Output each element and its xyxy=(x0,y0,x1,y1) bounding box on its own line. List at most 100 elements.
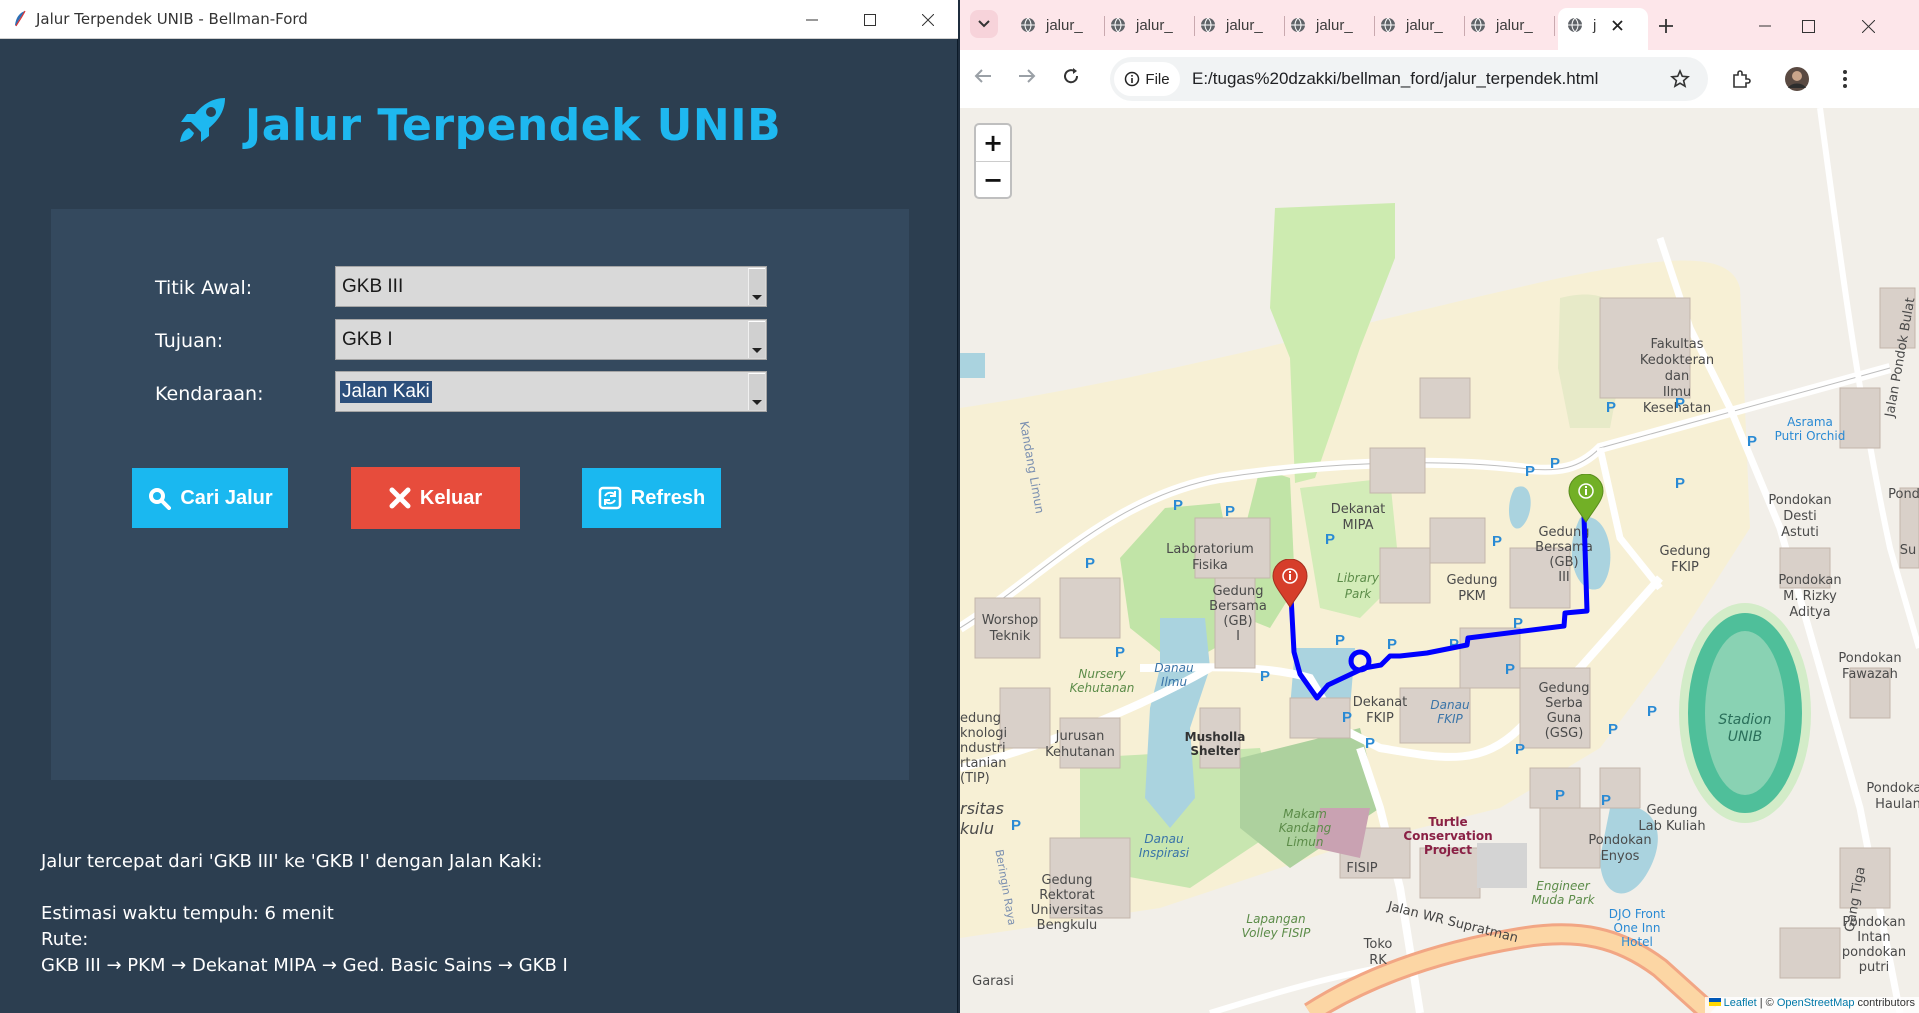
close-icon xyxy=(1861,19,1875,33)
result-text: Jalur tercepat dari 'GKB III' ke 'GKB I'… xyxy=(41,849,568,979)
start-marker-icon[interactable] xyxy=(1567,474,1605,524)
start-label: Titik Awal: xyxy=(155,277,253,299)
tab-6[interactable]: jalur_ xyxy=(1470,8,1533,42)
ukraine-flag-icon xyxy=(1708,998,1721,1006)
chevron-down-icon xyxy=(978,20,990,28)
extensions-button[interactable] xyxy=(1726,66,1756,92)
tab-3[interactable]: jalur_ xyxy=(1200,8,1263,42)
window-title: Jalur Terpendek UNIB - Bellman-Ford xyxy=(36,10,308,28)
tk-titlebar[interactable]: Jalur Terpendek UNIB - Bellman-Ford xyxy=(0,0,958,39)
browser-minimize-button[interactable] xyxy=(1750,12,1780,40)
close-button[interactable] xyxy=(899,0,957,39)
svg-text:WorshopTeknik: Worshop Teknik xyxy=(982,613,1039,644)
zoom-in-button[interactable]: + xyxy=(976,125,1010,161)
vehicle-combobox-value: Jalan Kaki xyxy=(340,381,432,403)
start-combobox-value: GKB III xyxy=(342,276,404,297)
magnifier-icon xyxy=(149,488,172,510)
profile-avatar[interactable] xyxy=(1782,66,1812,92)
minimize-button[interactable] xyxy=(783,0,841,39)
svg-text:P: P xyxy=(1675,395,1685,412)
svg-text:P: P xyxy=(1608,721,1618,738)
globe-icon xyxy=(1568,17,1582,33)
leaflet-link[interactable]: Leaflet xyxy=(1724,997,1757,1009)
tab-active-content[interactable]: j xyxy=(1567,8,1623,42)
globe-icon xyxy=(1291,17,1305,33)
map-tiles: Fakultas Kedokteran dan Ilmu Kesehatan Asram… xyxy=(960,108,1919,1013)
svg-text:P: P xyxy=(1260,668,1270,685)
globe-icon xyxy=(1111,17,1125,33)
result-line-route: GKB III → PKM → Dekanat MIPA → Ged. Basi… xyxy=(41,955,568,976)
search-route-label: Cari Jalur xyxy=(180,486,273,509)
result-line-estimate: Estimasi waktu tempuh: 6 menit xyxy=(41,903,334,924)
tab-title: jalur_ xyxy=(1046,16,1083,34)
tab-strip: jalur_ jalur_ jalur_ jalur_ jalur_ jalur_ j xyxy=(960,0,1919,50)
refresh-button[interactable]: Refresh xyxy=(582,468,721,528)
svg-text:P: P xyxy=(1515,741,1525,758)
tab-title: jalur_ xyxy=(1406,16,1443,34)
back-button[interactable] xyxy=(968,63,998,89)
svg-text:P: P xyxy=(1387,636,1397,653)
exit-button[interactable]: Keluar xyxy=(351,467,520,529)
dest-combobox[interactable]: GKB I xyxy=(335,319,767,360)
tab-close-icon[interactable] xyxy=(1612,19,1623,31)
tab-5[interactable]: jalur_ xyxy=(1380,8,1443,42)
star-icon[interactable] xyxy=(1670,69,1690,89)
site-info-chip[interactable]: File xyxy=(1114,62,1180,96)
tab-2[interactable]: jalur_ xyxy=(1110,8,1173,42)
tab-1[interactable]: jalur_ xyxy=(1020,8,1083,42)
minimize-icon xyxy=(1759,25,1771,27)
map-attribution: Leaflet | © OpenStreetMap contributors xyxy=(1704,997,1919,1013)
svg-text:NurseryKehutanan: Nursery Kehutanan xyxy=(1070,667,1135,695)
rocket-icon xyxy=(179,98,225,142)
refresh-label: Refresh xyxy=(630,486,706,509)
browser-close-button[interactable] xyxy=(1838,12,1898,40)
search-route-button[interactable]: Cari Jalur xyxy=(132,468,288,528)
address-bar[interactable]: File E:/tugas%20dzakki/bellman_ford/jalu… xyxy=(1110,57,1708,101)
svg-text:P: P xyxy=(1011,817,1021,834)
svg-text:EngineerMuda Park: Engineer Muda Park xyxy=(1531,879,1595,907)
dest-dropdown-arrow-icon[interactable] xyxy=(748,321,765,358)
svg-text:P: P xyxy=(1525,463,1535,480)
tab-separator xyxy=(1284,16,1285,36)
avatar-icon xyxy=(1785,67,1809,91)
tab-separator xyxy=(1464,16,1465,36)
leaflet-map[interactable]: Fakultas Kedokteran dan Ilmu Kesehatan Asram… xyxy=(960,108,1919,1013)
zoom-out-button[interactable]: − xyxy=(976,162,1010,198)
globe-icon xyxy=(1021,17,1035,33)
vehicle-combobox[interactable]: Jalan Kaki xyxy=(335,371,767,412)
vehicle-label: Kendaraan: xyxy=(155,383,264,405)
tab-title: jalur_ xyxy=(1496,16,1533,34)
osm-link[interactable]: OpenStreetMap xyxy=(1777,997,1855,1009)
svg-text:P: P xyxy=(1606,399,1616,416)
svg-text:P: P xyxy=(1555,787,1565,804)
end-marker-icon[interactable] xyxy=(1271,559,1309,609)
tab-search-button[interactable] xyxy=(970,10,998,38)
info-icon xyxy=(1125,71,1140,87)
attribution-sep: | © xyxy=(1756,997,1777,1009)
browser-toolbar: File E:/tugas%20dzakki/bellman_ford/jalu… xyxy=(960,50,1919,108)
svg-text:PondokanHaulan: PondokanHaulan xyxy=(1866,781,1919,812)
tab-4[interactable]: jalur_ xyxy=(1290,8,1353,42)
menu-button[interactable] xyxy=(1830,66,1860,92)
new-tab-button[interactable] xyxy=(1654,14,1678,38)
heading-text: Jalur Terpendek UNIB xyxy=(244,100,782,151)
refresh-icon xyxy=(598,486,621,510)
svg-text:P: P xyxy=(1505,661,1515,678)
minimize-icon xyxy=(806,19,818,20)
forward-button[interactable] xyxy=(1012,63,1042,89)
start-combobox[interactable]: GKB III xyxy=(335,266,767,307)
browser-maximize-button[interactable] xyxy=(1778,12,1838,40)
zoom-control: + − xyxy=(974,123,1012,199)
puzzle-icon xyxy=(1733,70,1751,88)
maximize-button[interactable] xyxy=(841,0,899,39)
x-mark-icon xyxy=(389,487,411,509)
url-text[interactable]: E:/tugas%20dzakki/bellman_ford/jalur_ter… xyxy=(1192,69,1598,89)
reload-button[interactable] xyxy=(1056,63,1086,89)
tab-separator xyxy=(1104,16,1105,36)
arrow-right-icon xyxy=(1019,69,1036,83)
tab-title: jalur_ xyxy=(1226,16,1263,34)
start-dropdown-arrow-icon[interactable] xyxy=(748,268,765,305)
svg-text:GedungLab Kuliah: Gedung Lab Kuliah xyxy=(1638,803,1705,834)
svg-text:LapanganVolley FISIP: Lapangan Volley FISIP xyxy=(1242,912,1311,940)
vehicle-dropdown-arrow-icon[interactable] xyxy=(748,373,765,410)
